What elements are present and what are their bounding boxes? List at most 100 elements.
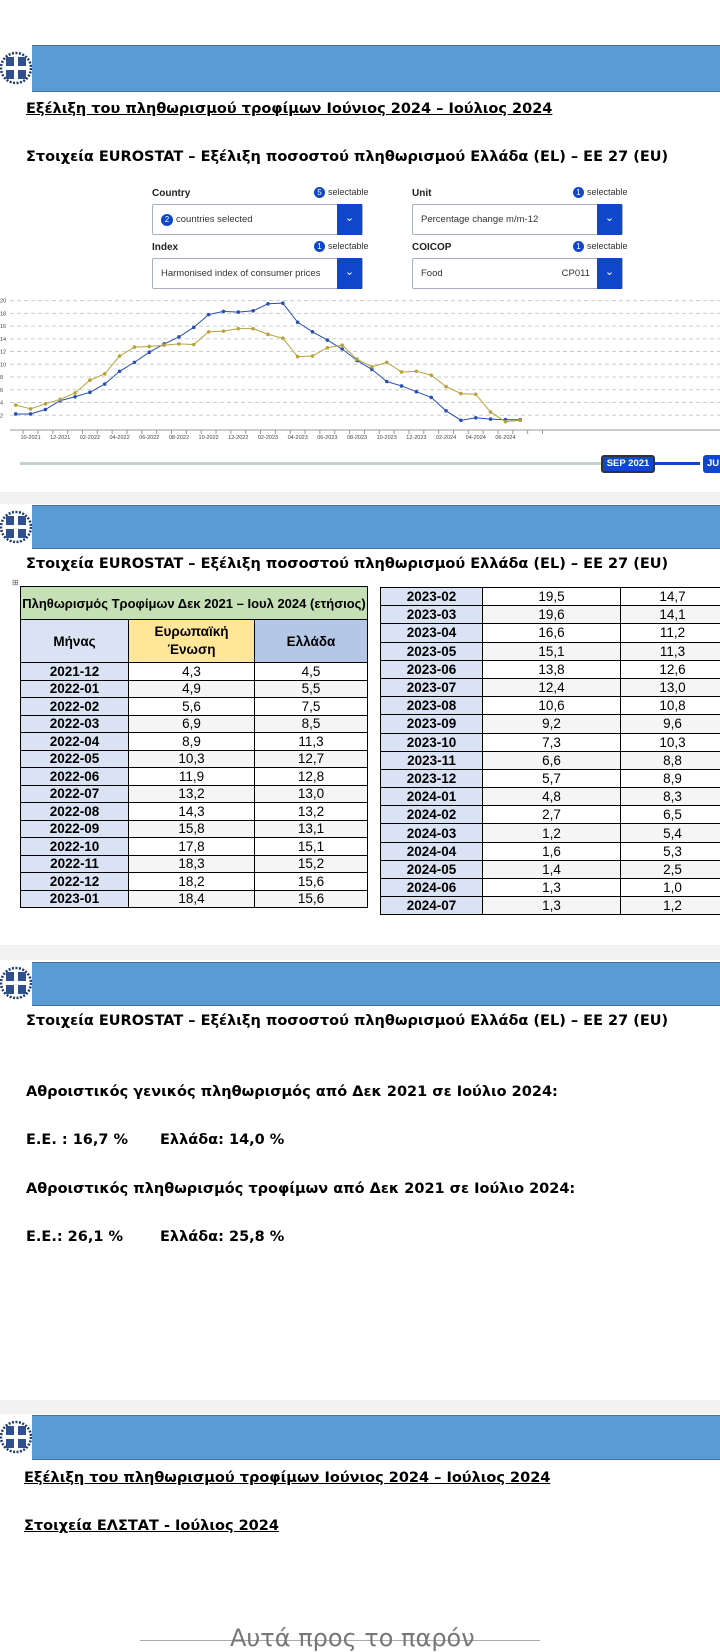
table-row: 2023-125,78,9	[381, 769, 720, 787]
slider-start-handle[interactable]: SEP 2021	[601, 455, 655, 473]
table-row: 2023-0712,413,0	[381, 678, 720, 696]
country-selectable-count: 5selectable	[314, 187, 369, 198]
eu-value-cell: 6,9	[129, 715, 255, 733]
eu-data-point	[415, 390, 419, 394]
y-tick-label: 20	[0, 299, 6, 305]
month-cell: 2022-02	[21, 698, 129, 716]
table-row: 2023-0515,111,3	[381, 642, 720, 660]
month-cell: 2023-01	[21, 890, 129, 908]
eu-data-point	[444, 409, 448, 413]
closing-text: Αυτά προς το παρόν	[230, 1624, 475, 1652]
header-month: Μήνας	[21, 620, 129, 663]
greece-value-cell: 4,5	[255, 663, 368, 681]
eu-value-cell: 19,6	[483, 606, 621, 624]
chevron-down-icon[interactable]: ⌄	[597, 258, 622, 289]
slide-subtitle: Στοιχεία EUROSTAT – Εξέλιξη ποσοστού πλη…	[26, 1013, 668, 1029]
y-tick-label: 8	[0, 375, 3, 381]
eu-data-point	[207, 313, 211, 317]
eu-data-point	[103, 382, 107, 386]
table-row: 2024-031,25,4	[381, 824, 720, 842]
slide-subtitle: Στοιχεία EUROSTAT – Εξέλιξη ποσοστού πλη…	[26, 149, 668, 165]
x-tick-label: 02-2022	[80, 435, 100, 441]
greece-data-point	[88, 378, 92, 382]
chevron-down-icon[interactable]: ⌄	[337, 204, 362, 235]
eu-data-point	[14, 412, 18, 416]
eu-value-cell: 4,9	[129, 680, 255, 698]
eu-value-cell: 7,3	[483, 733, 621, 751]
table-row: 2023-0416,611,2	[381, 624, 720, 642]
greek-coat-of-arms-logo	[0, 960, 32, 1006]
eu-value-cell: 17,8	[129, 838, 255, 856]
x-tick-label: 10-2021	[20, 435, 40, 441]
greece-value-cell: 13,0	[621, 678, 720, 696]
month-cell: 2022-12	[21, 873, 129, 891]
eu-data-point	[237, 310, 241, 314]
month-cell: 2022-10	[21, 838, 129, 856]
month-cell: 2023-06	[381, 660, 483, 678]
slider-end-handle[interactable]: JU	[703, 455, 720, 473]
greece-data-point	[281, 336, 285, 340]
eu-data-point	[385, 380, 389, 384]
coicop-dropdown[interactable]: FoodCP011⌄	[412, 258, 623, 289]
x-tick-label: 12-2021	[50, 435, 70, 441]
greece-value-cell: 5,5	[255, 680, 368, 698]
eu-value-cell: 5,7	[483, 769, 621, 787]
greece-value-cell: 5,4	[621, 824, 720, 842]
greece-data-point	[474, 392, 478, 396]
eu-value-cell: 9,2	[483, 715, 621, 733]
greece-data-point	[14, 403, 18, 407]
greece-data-point	[340, 343, 344, 347]
table-row: 2023-107,310,3	[381, 733, 720, 751]
unit-dropdown[interactable]: Percentage change m/m-12⌄	[412, 204, 623, 235]
x-tick-label: 10-2023	[377, 435, 397, 441]
table-row: 2021-124,34,5	[21, 663, 368, 681]
x-tick-label: 08-2023	[347, 435, 367, 441]
greece-value-cell: 10,3	[621, 733, 720, 751]
time-slider-track[interactable]	[20, 462, 620, 465]
y-tick-label: 6	[0, 388, 3, 394]
eu-data-point	[29, 412, 33, 416]
eu-data-point	[400, 384, 404, 388]
eu-value-cell: 13,2	[129, 785, 255, 803]
greece-value-cell: 15,1	[255, 838, 368, 856]
eu-data-point	[73, 395, 77, 399]
table-row: 2022-1017,815,1	[21, 838, 368, 856]
y-tick-label: 16	[0, 324, 6, 330]
x-tick-label: 08-2022	[169, 435, 189, 441]
x-tick-label: 12-2022	[228, 435, 248, 441]
unit-filter-label: Unit	[412, 188, 431, 199]
slide-separator	[0, 492, 720, 504]
month-cell: 2022-11	[21, 855, 129, 873]
eu-value-cell: 18,4	[129, 890, 255, 908]
month-cell: 2022-08	[21, 803, 129, 821]
table-row: 2023-116,68,8	[381, 751, 720, 769]
greece-data-point	[207, 330, 211, 334]
y-tick-label: 14	[0, 337, 6, 343]
table-row: 2023-0810,610,8	[381, 697, 720, 715]
eu-data-point	[177, 335, 181, 339]
table-move-handle-icon[interactable]: ⊞	[12, 578, 19, 587]
table-row: 2023-099,29,6	[381, 715, 720, 733]
index-dropdown[interactable]: Harmonised index of consumer prices⌄	[152, 258, 363, 289]
greece-data-point	[504, 420, 508, 424]
food-inflation-heading: Αθροιστικός πληθωρισμός τροφίμων από Δεκ…	[26, 1181, 575, 1197]
eu-data-point	[251, 309, 255, 313]
greece-data-point	[518, 419, 522, 423]
eu-data-point	[266, 302, 270, 306]
eu-data-point	[296, 320, 300, 324]
greece-data-point	[459, 392, 463, 396]
table-row: 2022-1118,315,2	[21, 855, 368, 873]
eu-data-point	[474, 416, 478, 420]
month-cell: 2024-07	[381, 897, 483, 915]
chevron-down-icon[interactable]: ⌄	[597, 204, 622, 235]
month-cell: 2023-09	[381, 715, 483, 733]
eu-data-point	[133, 361, 137, 365]
month-cell: 2023-04	[381, 624, 483, 642]
month-cell: 2023-08	[381, 697, 483, 715]
chevron-down-icon[interactable]: ⌄	[337, 258, 362, 289]
slide-subtitle: Στοιχεία EUROSTAT – Εξέλιξη ποσοστού πλη…	[26, 556, 668, 572]
month-cell: 2023-03	[381, 606, 483, 624]
country-dropdown[interactable]: 2countries selected⌄	[152, 204, 363, 235]
eu-value-cell: 5,6	[129, 698, 255, 716]
slide-header-bar	[32, 45, 720, 92]
